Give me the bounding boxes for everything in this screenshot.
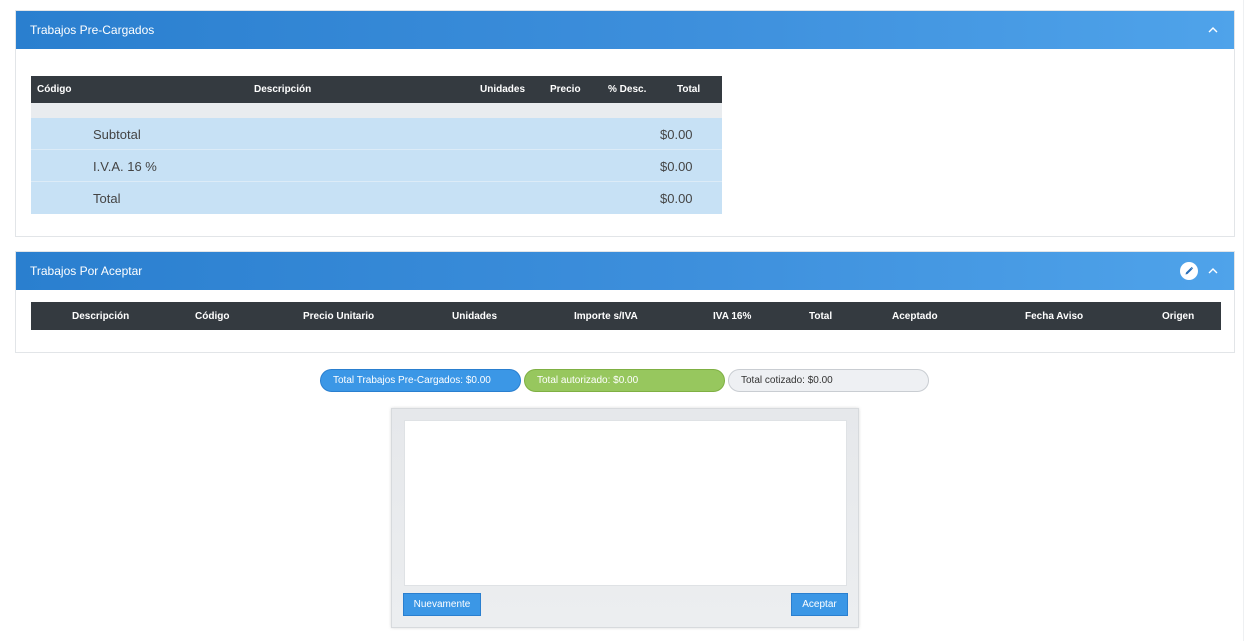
por-aceptar-table-header: Descripción Código Precio Unitario Unida… [31, 302, 1221, 330]
col-unidades: Unidades [452, 311, 498, 322]
signature-canvas[interactable] [404, 420, 847, 586]
total-autorizado-badge: Total autorizado: $0.00 [524, 369, 725, 392]
col-importe: Importe s/IVA [574, 311, 638, 322]
col-fecha-aviso: Fecha Aviso [1025, 311, 1084, 322]
chevron-up-icon[interactable] [1206, 264, 1220, 278]
pencil-icon[interactable] [1180, 262, 1198, 280]
panel-header: Trabajos Por Aceptar [16, 252, 1234, 290]
total-cotizado-badge: Total cotizado: $0.00 [728, 369, 929, 392]
panel-header: Trabajos Pre-Cargados [16, 11, 1234, 49]
panel-title: Trabajos Pre-Cargados [30, 23, 155, 37]
panel-trabajos-precargados: Trabajos Pre-Cargados Código Descripción… [15, 10, 1235, 237]
summary-row-subtotal: Subtotal $0.00 [31, 118, 722, 150]
summary-value: $0.00 [660, 127, 693, 142]
summary-value: $0.00 [660, 159, 693, 174]
total-precargados-badge: Total Trabajos Pre-Cargados: $0.00 [320, 369, 521, 392]
col-precio: Precio [550, 84, 581, 95]
col-origen: Origen [1162, 311, 1195, 322]
col-unidades: Unidades [480, 84, 526, 95]
col-desc: % Desc. [608, 84, 647, 95]
col-iva: IVA 16% [713, 311, 752, 322]
chevron-up-icon[interactable] [1206, 23, 1220, 37]
summary-row-total: Total $0.00 [31, 182, 722, 214]
signature-pad: Nuevamente Aceptar [391, 408, 859, 628]
col-total: Total [677, 84, 701, 95]
panel-title: Trabajos Por Aceptar [30, 264, 143, 278]
table-header: Código Descripción Unidades Precio % Des… [31, 76, 722, 103]
col-total: Total [809, 311, 833, 322]
summary-label: Subtotal [93, 127, 141, 142]
retry-button[interactable]: Nuevamente [403, 593, 481, 616]
precargados-table: Código Descripción Unidades Precio % Des… [31, 76, 722, 214]
panel-trabajos-por-aceptar: Trabajos Por Aceptar Descripción Código … [15, 251, 1235, 353]
col-descripcion: Descripción [254, 84, 312, 95]
summary-label: Total [93, 191, 121, 206]
col-descripcion: Descripción [72, 311, 130, 322]
summary-row-iva: I.V.A. 16 % $0.00 [31, 150, 722, 182]
col-codigo: Código [37, 84, 72, 95]
empty-row [31, 103, 722, 118]
accept-button[interactable]: Aceptar [791, 593, 848, 616]
summary-label: I.V.A. 16 % [93, 159, 157, 174]
summary-value: $0.00 [660, 191, 693, 206]
col-aceptado: Aceptado [892, 311, 938, 322]
col-codigo: Código [195, 311, 230, 322]
col-precio-unitario: Precio Unitario [303, 311, 375, 322]
